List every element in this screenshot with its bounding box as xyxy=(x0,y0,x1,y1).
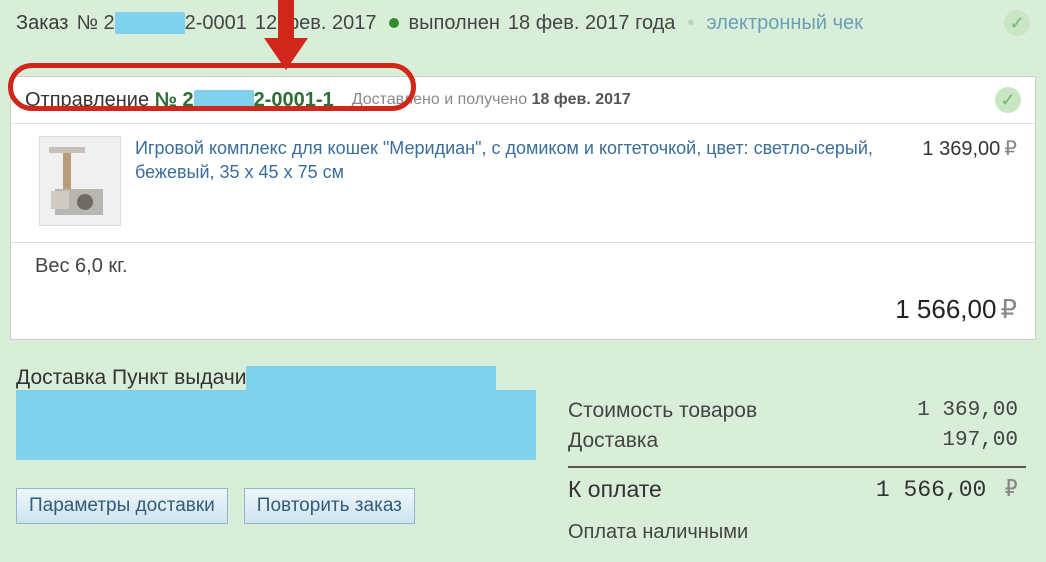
shipment-status-date: 18 фев. 2017 xyxy=(532,91,631,108)
order-number-masked xyxy=(115,12,185,34)
delivery-params-button[interactable]: Параметры доставки xyxy=(16,488,228,524)
ruble-icon: ₽ xyxy=(1000,138,1017,160)
order-item-row: Игровой комплекс для кошек "Меридиан", с… xyxy=(11,124,1035,234)
product-price: 1 369,00₽ xyxy=(922,136,1017,226)
summary-divider xyxy=(568,466,1026,468)
shipment-label: Отправление xyxy=(25,89,149,111)
repeat-order-button[interactable]: Повторить заказ xyxy=(244,488,415,524)
order-completed-date: 18 фев. 2017 года xyxy=(508,12,676,35)
product-name-link[interactable]: Игровой комплекс для кошек "Меридиан", с… xyxy=(135,136,908,226)
order-label: Заказ xyxy=(16,12,68,35)
summary-goods-value: 1 369,00 xyxy=(917,399,1018,423)
shipment-header: Отправление № 2 2-0001-1 Доставлено и пол… xyxy=(11,77,1035,124)
shipment-subtotal: 1 566,00₽ xyxy=(11,288,1035,339)
order-number-prefix: № 2 xyxy=(76,12,114,34)
weight-line: Вес 6,0 кг. xyxy=(11,243,1035,288)
order-status: выполнен xyxy=(409,12,500,35)
payment-method: Оплата наличными xyxy=(564,505,1030,544)
summary-total-value: 1 566,00 ₽ xyxy=(876,476,1018,503)
shipment-number-masked xyxy=(194,90,254,110)
summary-delivery-value: 197,00 xyxy=(942,429,1018,453)
electronic-receipt-link[interactable]: электронный чек xyxy=(706,12,862,35)
shipment-number-suffix: 2-0001-1 xyxy=(254,89,334,111)
summary-delivery-label: Доставка xyxy=(568,429,658,453)
product-thumbnail[interactable] xyxy=(39,136,121,226)
shipment-status: Доставлено и получено 18 фев. 2017 xyxy=(352,91,631,109)
order-number-suffix: 2-0001 xyxy=(185,12,247,34)
status-dot-icon xyxy=(389,18,399,28)
summary-goods-label: Стоимость товаров xyxy=(568,399,757,423)
shipment-number-prefix: № 2 xyxy=(155,89,194,111)
shipment-card: Отправление № 2 2-0001-1 Доставлено и пол… xyxy=(10,76,1036,340)
bottom-section: Доставка Пункт выдачи Параметры доставки… xyxy=(10,366,1036,544)
order-date: 12 фев. 2017 xyxy=(255,12,377,35)
ruble-icon: ₽ xyxy=(1000,477,1018,503)
delivery-label: Доставка Пункт выдачи xyxy=(16,366,246,389)
order-header: Заказ № 2 2-0001 12 фев. 2017 выполнен 18… xyxy=(10,6,1036,40)
check-icon: ✓ xyxy=(1004,10,1030,36)
summary-total-label: К оплате xyxy=(568,476,662,503)
ruble-icon: ₽ xyxy=(996,294,1017,324)
shipment-check-badge: ✓ xyxy=(995,87,1021,113)
separator-dot-icon: • xyxy=(683,12,698,35)
delivery-address-masked xyxy=(246,366,496,392)
order-summary: Стоимость товаров 1 369,00 Доставка 197,… xyxy=(564,366,1030,544)
check-icon: ✓ xyxy=(995,87,1021,113)
delivery-info: Доставка Пункт выдачи Параметры доставки… xyxy=(16,366,536,544)
delivery-address-masked-block xyxy=(16,390,536,460)
order-check-badge: ✓ xyxy=(1004,10,1030,36)
